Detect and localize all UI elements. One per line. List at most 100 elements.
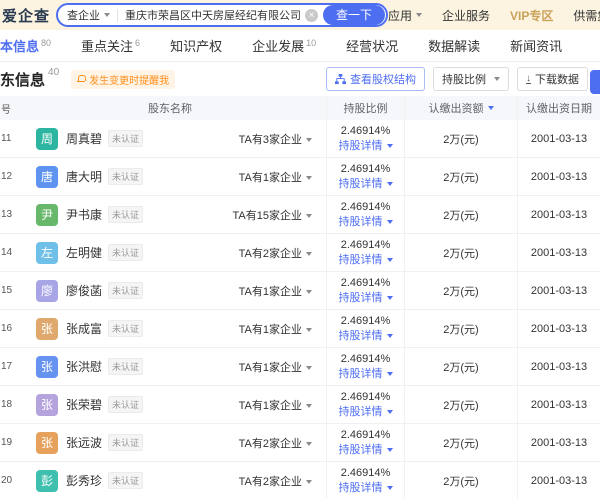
tab-key-focus[interactable]: 重点关注6 (81, 36, 140, 55)
holding-detail-link[interactable]: 持股详情 (327, 405, 404, 420)
related-companies-dropdown[interactable]: TA有2家企业 (239, 435, 312, 451)
divider (117, 9, 118, 22)
header-amount-sort[interactable]: 认缴出资额 (404, 96, 518, 120)
nav-apps-dropdown[interactable]: 应用 (388, 7, 422, 24)
tab-operating-status[interactable]: 经营状况 (346, 36, 398, 55)
tab-company-development[interactable]: 企业发展10 (252, 36, 316, 55)
tab-count: 6 (135, 38, 140, 48)
related-companies-dropdown[interactable]: TA有2家企业 (239, 245, 312, 261)
shareholder-avatar: 廖 (36, 280, 58, 302)
unverified-tag: 未认证 (108, 130, 143, 147)
related-companies-dropdown[interactable]: TA有1家企业 (239, 321, 312, 337)
shareholder-name-link[interactable]: 张荣碧 (66, 396, 102, 413)
amount-value: 2万(元) (404, 196, 518, 233)
ratio-value: 2.46914% (327, 428, 404, 443)
search-input[interactable] (125, 9, 300, 21)
table-toolbar: 查看股权结构 持股比例 ↓ 下载数据 (326, 67, 588, 91)
holding-detail-link[interactable]: 持股详情 (327, 443, 404, 458)
search-category-dropdown[interactable]: 查企业 (67, 7, 110, 23)
shareholder-name-link[interactable]: 张远波 (66, 434, 102, 451)
tab-count: 10 (306, 38, 316, 48)
search-button[interactable]: 查一下 (323, 5, 385, 25)
tab-label: 重点关注 (81, 39, 133, 54)
tab-data-insights[interactable]: 数据解读 (428, 36, 480, 55)
row-index: 20 (0, 475, 14, 486)
related-companies-dropdown[interactable]: TA有1家企业 (239, 359, 312, 375)
date-value: 2001-03-13 (518, 310, 600, 347)
holding-detail-link[interactable]: 持股详情 (327, 139, 404, 154)
nav-supply-market[interactable]: 供需集市 HOT (573, 7, 600, 24)
chevron-down-icon (387, 182, 393, 186)
nav-vip-zone[interactable]: VIP专区 (510, 7, 553, 24)
related-companies-dropdown[interactable]: TA有1家企业 (239, 397, 312, 413)
amount-value: 2万(元) (404, 272, 518, 309)
ratio-filter-dropdown[interactable]: 持股比例 (433, 67, 509, 91)
chevron-down-icon (306, 214, 312, 218)
clear-search-icon[interactable]: × (305, 9, 318, 22)
amount-value: 2万(元) (404, 234, 518, 271)
download-data-button[interactable]: ↓ 下载数据 (517, 67, 588, 91)
holding-detail-link[interactable]: 持股详情 (327, 481, 404, 496)
shareholder-section-title: 东信息 (0, 69, 45, 90)
shareholder-name-link[interactable]: 周真碧 (66, 130, 102, 147)
chevron-down-icon (494, 77, 500, 81)
related-companies-dropdown[interactable]: TA有2家企业 (239, 473, 312, 489)
tab-label: 企业发展 (252, 39, 304, 54)
top-bar: 爱企查 查企业 × 查一下 应用 企业服务 VIP专区 供需集市 HOT (0, 0, 600, 30)
change-reminder-button[interactable]: 发生变更时提醒我 (71, 70, 175, 89)
view-equity-structure-label: 查看股权结构 (350, 71, 416, 87)
unverified-tag: 未认证 (108, 358, 143, 375)
table-row: 15廖廖俊菡未认证TA有1家企业2.46914%持股详情2万(元)2001-03… (0, 272, 600, 310)
amount-value: 2万(元) (404, 310, 518, 347)
row-index: 18 (0, 399, 14, 410)
equity-structure-icon (335, 74, 346, 85)
shareholder-name-link[interactable]: 彭秀珍 (66, 472, 102, 489)
table-row: 14左左明健未认证TA有2家企业2.46914%持股详情2万(元)2001-03… (0, 234, 600, 272)
date-value: 2001-03-13 (518, 196, 600, 233)
shareholder-name-link[interactable]: 廖俊菡 (66, 282, 102, 299)
ratio-cell: 2.46914%持股详情 (326, 462, 404, 498)
nav-enterprise-services[interactable]: 企业服务 (442, 7, 490, 24)
date-value: 2001-03-13 (518, 386, 600, 423)
holding-detail-link[interactable]: 持股详情 (327, 329, 404, 344)
shareholder-name-link[interactable]: 张成富 (66, 320, 102, 337)
holding-detail-link[interactable]: 持股详情 (327, 367, 404, 382)
chevron-down-icon (387, 372, 393, 376)
ratio-cell: 2.46914%持股详情 (326, 272, 404, 309)
related-companies-dropdown[interactable]: TA有1家企业 (239, 169, 312, 185)
tab-news[interactable]: 新闻资讯 (510, 36, 562, 55)
shareholder-cell: 张张成富未认证TA有1家企业 (14, 310, 326, 347)
holding-detail-link[interactable]: 持股详情 (327, 253, 404, 268)
amount-value: 2万(元) (404, 462, 518, 498)
row-index: 19 (0, 437, 14, 448)
top-nav: 应用 企业服务 VIP专区 供需集市 HOT (388, 7, 600, 24)
view-equity-structure-button[interactable]: 查看股权结构 (326, 67, 425, 91)
chevron-down-icon (387, 258, 393, 262)
search-category-label: 查企业 (67, 7, 100, 23)
sort-caret-icon (488, 106, 494, 110)
table-row: 20彭彭秀珍未认证TA有2家企业2.46914%持股详情2万(元)2001-03… (0, 462, 600, 498)
unverified-tag: 未认证 (108, 168, 143, 185)
unverified-tag: 未认证 (108, 244, 143, 261)
related-companies-dropdown[interactable]: TA有15家企业 (233, 207, 312, 223)
holding-detail-link[interactable]: 持股详情 (327, 215, 404, 230)
chevron-down-icon (306, 442, 312, 446)
shareholder-name-link[interactable]: 尹书康 (66, 206, 102, 223)
tab-intellectual-property[interactable]: 知识产权 (170, 36, 222, 55)
date-value: 2001-03-13 (518, 348, 600, 385)
holding-detail-link[interactable]: 持股详情 (327, 291, 404, 306)
aiqicha-logo[interactable]: 爱企查 (2, 5, 50, 26)
row-index: 11 (0, 133, 14, 144)
tab-count: 80 (41, 38, 51, 48)
chevron-down-icon (387, 448, 393, 452)
related-companies-dropdown[interactable]: TA有3家企业 (239, 131, 312, 147)
shareholder-name-link[interactable]: 唐大明 (66, 168, 102, 185)
related-companies-dropdown[interactable]: TA有1家企业 (239, 283, 312, 299)
table-row: 12唐唐大明未认证TA有1家企业2.46914%持股详情2万(元)2001-03… (0, 158, 600, 196)
shareholder-name-link[interactable]: 张洪慰 (66, 358, 102, 375)
tab-basic-info[interactable]: 本信息80 (0, 36, 51, 55)
shareholder-name-link[interactable]: 左明健 (66, 244, 102, 261)
holding-detail-link[interactable]: 持股详情 (327, 177, 404, 192)
side-floating-button[interactable] (590, 70, 600, 94)
shareholder-cell: 彭彭秀珍未认证TA有2家企业 (14, 462, 326, 498)
